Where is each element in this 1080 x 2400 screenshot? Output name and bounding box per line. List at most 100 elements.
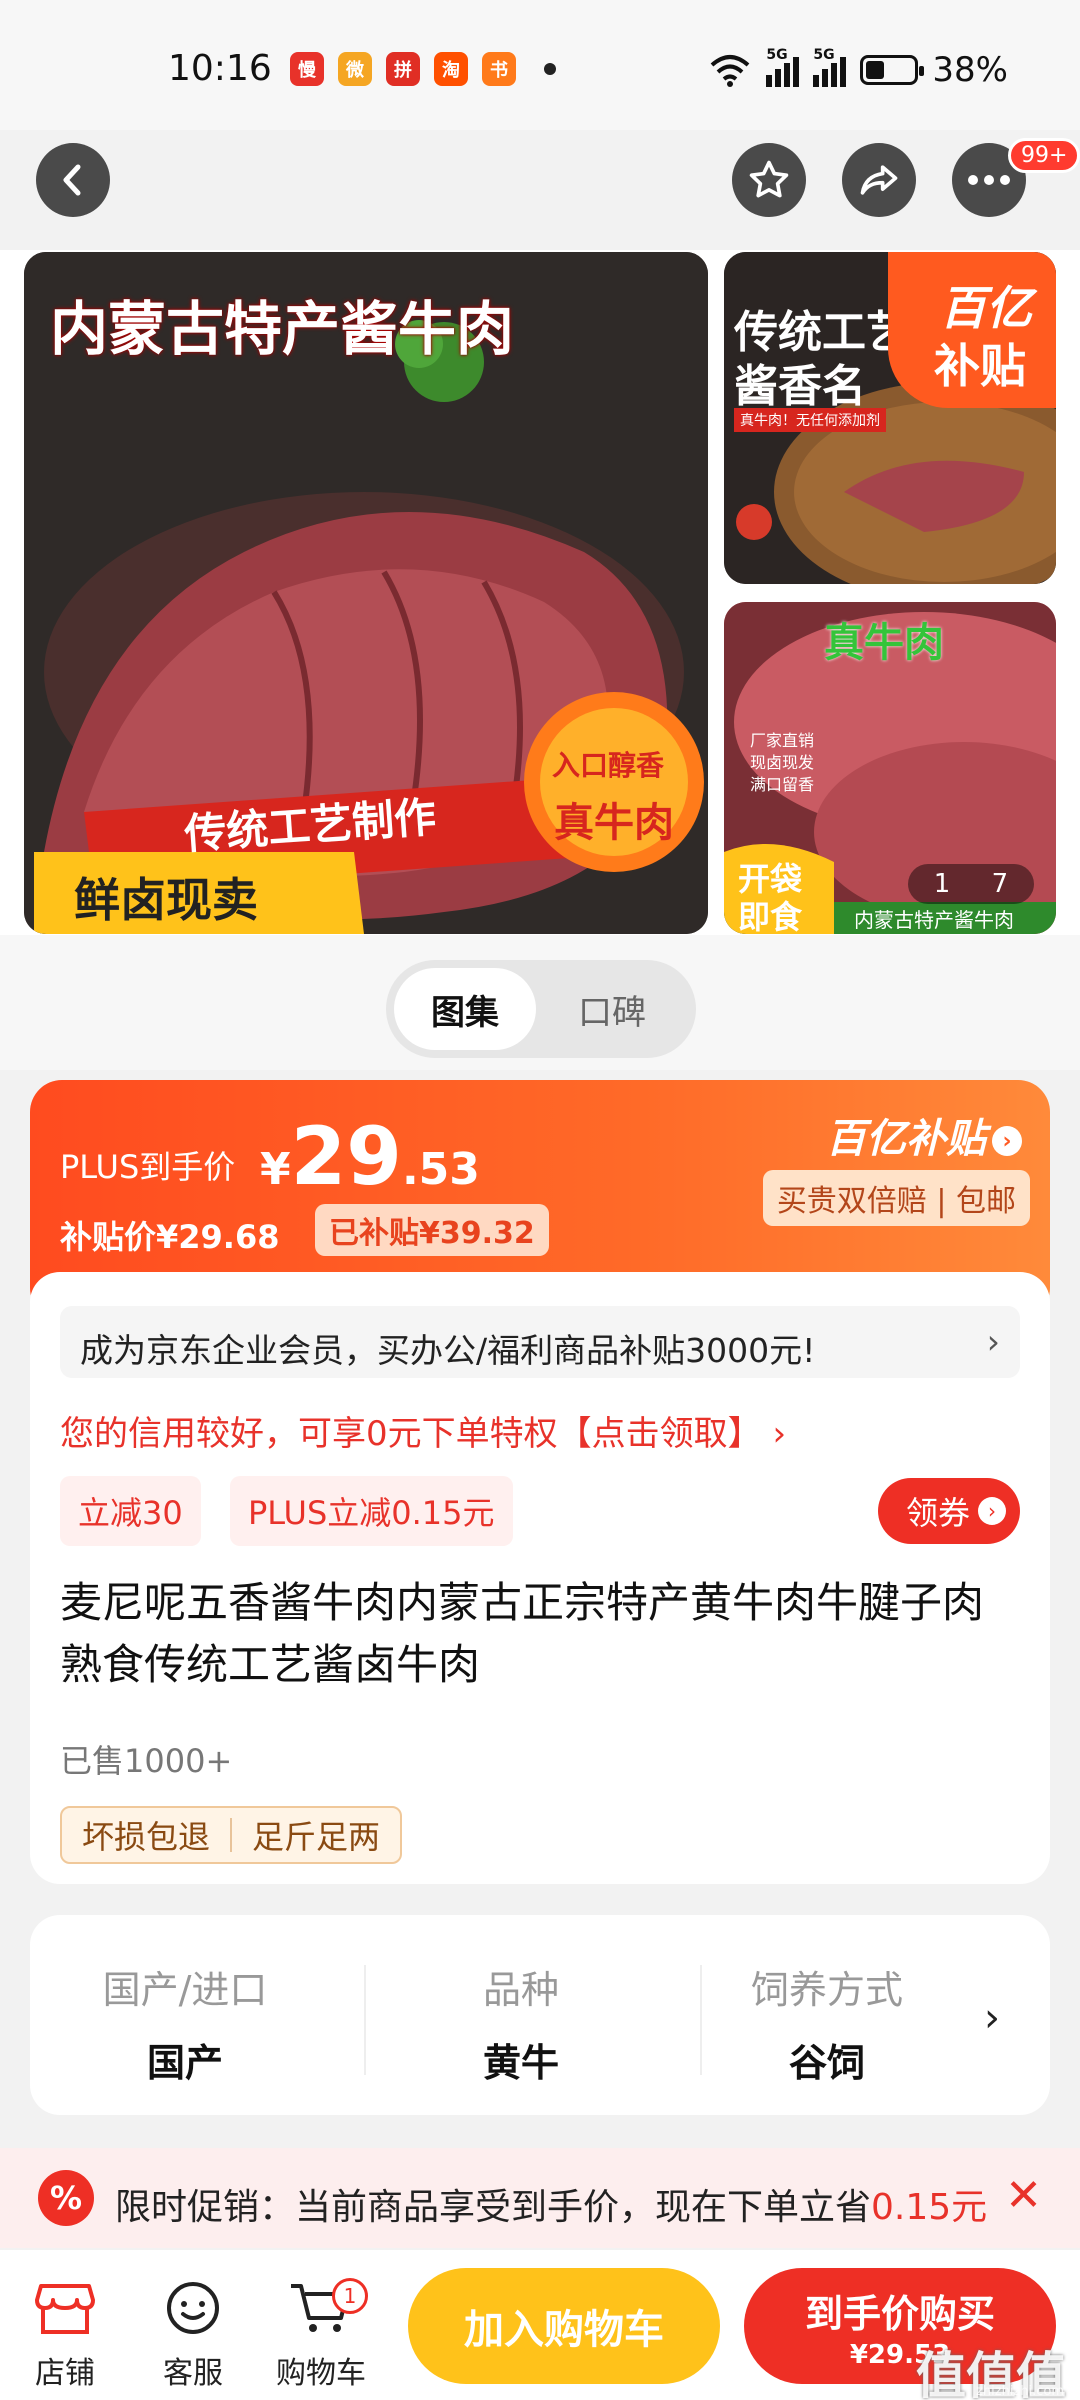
share-button[interactable]: [842, 143, 916, 217]
gallery-page-indicator: 1 7: [908, 864, 1034, 904]
more-notifications-dot: [544, 63, 556, 75]
thumb1-note: 真牛肉！无任何添加剂: [734, 408, 886, 432]
spec-origin: 国产/进口 国产: [30, 1959, 340, 2087]
cart-label: 购物车: [276, 2356, 366, 2391]
cart-count-badge: 1: [332, 2278, 368, 2314]
promo-amount: 0.15元: [871, 2187, 988, 2228]
main-image-yellow-label: 鲜卤现卖: [74, 873, 258, 927]
tab-reviews[interactable]: 口碑: [536, 968, 688, 1050]
spec-key: 品种: [482, 1968, 559, 2012]
weibo-manga-app-icon: 慢: [290, 52, 324, 86]
spec-card[interactable]: 国产/进口 国产 品种 黄牛 饲养方式 谷饲 ›: [30, 1915, 1050, 2115]
chevron-left-icon: [63, 164, 81, 196]
spec-breed: 品种 黄牛: [366, 1959, 676, 2087]
main-image-title: 内蒙古特产酱牛肉: [50, 295, 515, 363]
percent-icon: %: [38, 2170, 94, 2226]
tab-gallery[interactable]: 图集: [394, 968, 536, 1050]
spec-value: 国产: [146, 2041, 223, 2085]
status-bar: 10:16 慢 微 拼 淘 书 5G 5G 38%: [0, 0, 1080, 130]
notification-icons: 慢 微 拼 淘 书: [290, 52, 556, 86]
service-label: 客服: [163, 2356, 223, 2391]
product-info-card: 成为京东企业会员，买办公/福利商品补贴3000元! › 您的信用较好，可享0元下…: [30, 1272, 1050, 1884]
wifi-icon: [711, 55, 750, 87]
service-full-weight: 足斤足两: [252, 1818, 381, 1856]
promo-message: 限时促销：当前商品享受到手价，现在下单立省: [115, 2187, 872, 2228]
gallery-tab-switch: 图集 口碑: [386, 960, 696, 1058]
spec-feeding: 饲养方式 谷饲: [702, 1959, 952, 2087]
pinduoduo-app-icon: 拼: [386, 52, 420, 86]
spec-key: 饲养方式: [750, 1968, 903, 2012]
chat-face-icon: [138, 2268, 248, 2348]
thumb2-bullet: 满口留香: [750, 775, 815, 794]
thumb2-bullet: 现卤现发: [750, 753, 815, 772]
add-to-cart-button[interactable]: 加入购物车: [408, 2268, 720, 2384]
back-button[interactable]: [36, 143, 110, 217]
subsidy-logo-bottom: 补贴: [934, 339, 1026, 393]
member-text: 成为京东企业会员，买办公/福利商品补贴3000元!: [80, 1331, 816, 1370]
message-badge: 99+: [1008, 138, 1080, 173]
store-label: 店铺: [35, 2356, 95, 2391]
promo-text: 限时促销：当前商品享受到手价，现在下单立省0.15元: [115, 2178, 987, 2230]
chevron-right-icon: ›: [978, 1497, 1006, 1525]
buy-label: 到手价购买: [804, 2291, 995, 2336]
thumb2-badge-bottom: 即食: [738, 898, 803, 934]
thumb2-bullets: 厂家直销 现卤现发 满口留香: [750, 730, 814, 796]
subsidy-logo: 百亿 补贴: [888, 252, 1056, 408]
store-button[interactable]: 店铺: [10, 2268, 120, 2392]
share-icon: [860, 165, 898, 195]
thumb1-title-2: 酱香名: [734, 361, 866, 412]
billion-subsidy-label: 百亿补贴: [826, 1116, 986, 1162]
site-watermark-url: zhizhizhi.com: [976, 2384, 1064, 2399]
favorite-button[interactable]: [732, 143, 806, 217]
more-dots-icon: [968, 175, 1010, 185]
star-icon: [749, 160, 789, 198]
taobao-app-icon: 淘: [434, 52, 468, 86]
chevron-right-icon: ›: [984, 1995, 1000, 2041]
enterprise-member-banner[interactable]: 成为京东企业会员，买办公/福利商品补贴3000元! ›: [60, 1306, 1020, 1378]
weibo-app-icon: 微: [338, 52, 372, 86]
cart-button[interactable]: 1 购物车: [266, 2268, 376, 2392]
subsidy-price: 补贴价¥29.68: [60, 1218, 280, 1256]
billion-subsidy-link[interactable]: 百亿补贴 ›: [826, 1106, 1022, 1164]
service-damage-refund: 坏损包退: [82, 1818, 211, 1856]
subsidy-logo-top: 百亿: [940, 281, 1032, 335]
thumb2-bullet: 厂家直销: [750, 731, 815, 750]
battery-icon: [860, 55, 925, 85]
discount-tag: 立减30: [60, 1476, 201, 1546]
subsidized-amount: 已补贴¥39.32: [315, 1204, 549, 1256]
status-time: 10:16: [168, 48, 272, 89]
battery-percent: 38%: [932, 50, 1008, 90]
thumb2-footer: 内蒙古特产酱牛肉: [854, 908, 1014, 932]
credit-privilege-link[interactable]: 您的信用较好，可享0元下单特权【点击领取】 ›: [60, 1406, 786, 1455]
chevron-right-icon: ›: [992, 1126, 1022, 1156]
thumb2-title: 真牛肉: [824, 620, 944, 666]
price-currency: ¥: [260, 1144, 291, 1195]
close-icon[interactable]: ✕: [1005, 2170, 1042, 2221]
main-product-image[interactable]: 内蒙古特产酱牛肉 传统工艺制作 鲜卤现卖 入口醇香 真牛肉: [24, 252, 708, 934]
thumbnail-2[interactable]: 真牛肉 厂家直销 现卤现发 满口留香 开袋 即食 内蒙古特产酱牛肉 1 7: [724, 602, 1056, 934]
customer-service-button[interactable]: 客服: [138, 2268, 248, 2392]
signal-5g-icon-1: 5G: [766, 47, 800, 87]
status-right: 5G 5G 38%: [708, 47, 1008, 90]
product-title: 麦尼呢五香酱牛肉内蒙古正宗特产黄牛肉牛腱子肉熟食传统工艺酱卤牛肉: [60, 1578, 985, 1689]
chevron-right-icon: ›: [986, 1322, 1000, 1361]
plus-price: ¥29.53: [260, 1110, 480, 1203]
store-icon: [10, 2268, 120, 2348]
reader-app-icon: 书: [482, 52, 516, 86]
price-decimal: .53: [401, 1144, 480, 1195]
limited-promo-bar: % 限时促销：当前商品享受到手价，现在下单立省0.15元 ✕: [0, 2148, 1080, 2248]
signal-5g-icon-2: 5G: [813, 47, 847, 87]
burst-label-top: 入口醇香: [552, 749, 665, 782]
spec-key: 国产/进口: [102, 1968, 268, 2012]
guarantee-badge: 买贵双倍赔 | 包邮: [762, 1170, 1030, 1226]
coupon-label: 领券: [905, 1494, 970, 1532]
spec-value: 谷饲: [788, 2041, 865, 2085]
spec-value: 黄牛: [482, 2041, 559, 2085]
sold-count: 已售1000+: [60, 1742, 233, 1780]
get-coupon-button[interactable]: 领券 ›: [877, 1478, 1020, 1544]
plus-discount-tag: PLUS立减0.15元: [230, 1476, 513, 1546]
burst-label-bottom: 真牛肉: [554, 800, 674, 846]
plus-price-label: PLUS到手价: [60, 1148, 236, 1186]
service-badges[interactable]: 坏损包退 足斤足两: [60, 1806, 403, 1864]
price-integer: 29: [290, 1110, 402, 1203]
